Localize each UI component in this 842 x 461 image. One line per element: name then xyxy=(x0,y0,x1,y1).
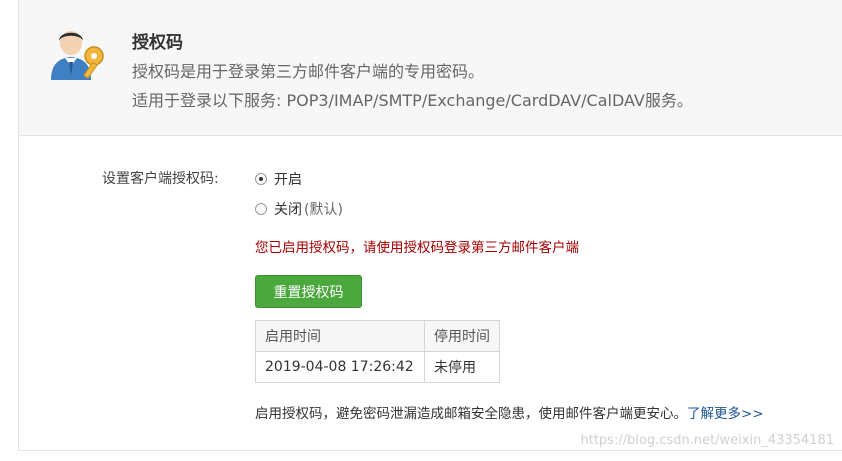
radio-default-note: (默认) xyxy=(304,202,343,218)
footer-text: 启用授权码，避免密码泄漏造成邮箱安全隐患，使用邮件客户端更安心。 xyxy=(255,406,687,422)
user-key-icon xyxy=(51,31,104,80)
enabled-time-cell: 2019-04-08 17:26:42 xyxy=(255,351,425,383)
auth-code-panel: 授权码 授权码是用于登录第三方邮件客户端的专用密码。 适用于登录以下服务: PO… xyxy=(18,0,842,451)
radio-enable-label[interactable]: 开启 xyxy=(274,169,302,189)
watermark: https://blog.csdn.net/weixin_43354181 xyxy=(580,433,834,448)
footer-note: 启用授权码，避免密码泄漏造成邮箱安全隐患，使用邮件客户端更安心。了解更多>> xyxy=(255,402,764,422)
table-row: 2019-04-08 17:26:42 未停用 xyxy=(255,351,500,383)
table-header-row: 启用时间 停用时间 xyxy=(255,320,500,352)
column-header-disabled-time: 停用时间 xyxy=(424,320,500,352)
header-description: 授权码是用于登录第三方邮件客户端的专用密码。 xyxy=(132,62,485,81)
disabled-time-cell: 未停用 xyxy=(424,351,500,383)
learn-more-link[interactable]: 了解更多>> xyxy=(687,406,764,422)
setting-label: 设置客户端授权码: xyxy=(102,171,219,187)
auth-enabled-notice: 您已启用授权码，请使用授权码登录第三方邮件客户端 xyxy=(255,240,579,256)
radio-enable[interactable]: 开启 xyxy=(255,169,302,189)
reset-auth-code-button[interactable]: 重置授权码 xyxy=(255,275,362,308)
header-services: 适用于登录以下服务: POP3/IMAP/SMTP/Exchange/CardD… xyxy=(132,91,693,110)
page-title: 授权码 xyxy=(132,33,183,53)
radio-unchecked-icon[interactable] xyxy=(255,203,267,215)
radio-disable-label[interactable]: 关闭 xyxy=(274,199,302,219)
auth-time-table: 启用时间 停用时间 2019-04-08 17:26:42 未停用 xyxy=(255,320,500,383)
radio-disable[interactable]: 关闭 (默认) xyxy=(255,199,343,219)
column-header-enabled-time: 启用时间 xyxy=(255,320,425,352)
radio-checked-icon[interactable] xyxy=(255,173,267,185)
auth-code-header: 授权码 授权码是用于登录第三方邮件客户端的专用密码。 适用于登录以下服务: PO… xyxy=(19,0,842,136)
